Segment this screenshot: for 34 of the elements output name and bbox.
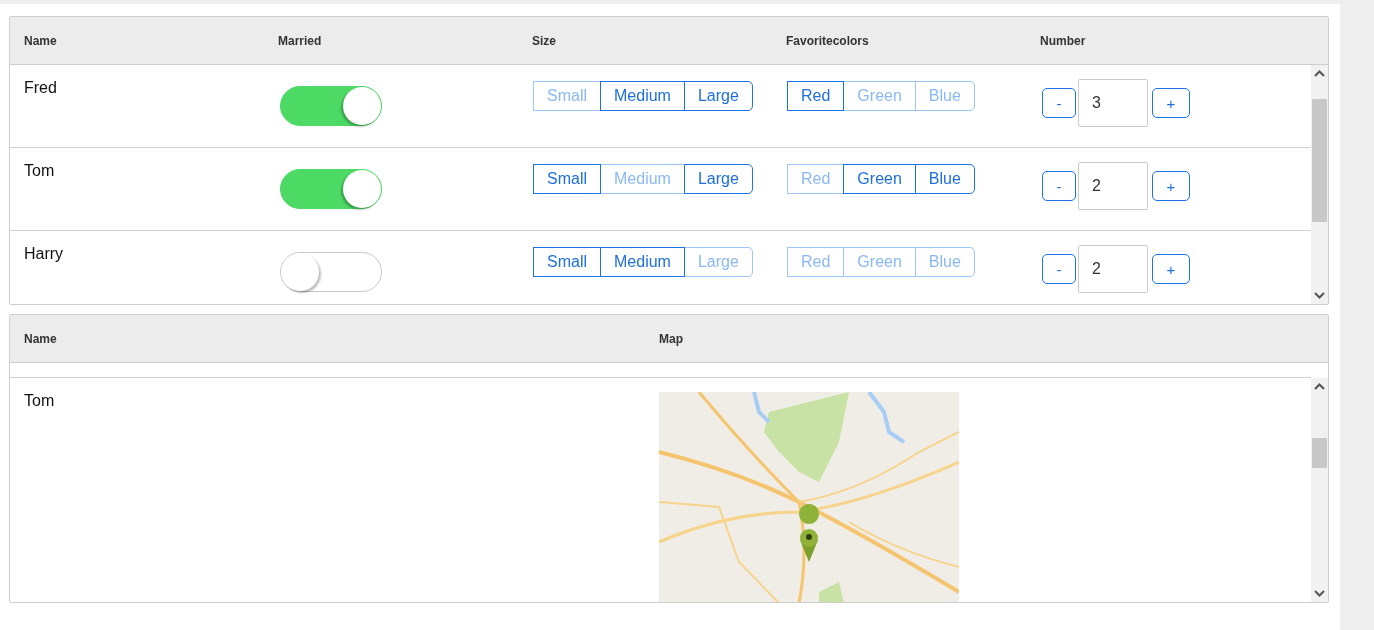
column-header: Name xyxy=(24,33,58,48)
segment-button[interactable]: Blue xyxy=(914,164,975,194)
column-header: Name xyxy=(24,331,58,346)
scrollbar-thumb[interactable] xyxy=(1312,438,1327,468)
name-text: Tom xyxy=(24,392,56,410)
segment-button[interactable]: Green xyxy=(843,164,916,194)
number-field[interactable]: 2 xyxy=(1078,245,1148,293)
column-header: Map xyxy=(659,331,684,346)
segment-button[interactable]: Large xyxy=(683,164,753,194)
increment-button[interactable]: + xyxy=(1152,171,1190,201)
decrement-button[interactable]: - xyxy=(1042,171,1076,201)
toggle-switch[interactable] xyxy=(280,169,382,209)
segment-button[interactable]: Medium xyxy=(600,247,685,277)
column-header: Favoritecolors xyxy=(786,33,870,48)
increment-button[interactable]: + xyxy=(1152,254,1190,284)
increment-button[interactable]: + xyxy=(1152,88,1190,118)
number-field[interactable]: 3 xyxy=(1078,79,1148,127)
number-field[interactable]: 2 xyxy=(1078,162,1148,210)
column-header: Size xyxy=(532,33,557,48)
decrement-button[interactable]: - xyxy=(1042,88,1076,118)
segment-button[interactable]: Small xyxy=(533,164,601,194)
segment-button[interactable]: Red xyxy=(787,81,845,111)
column-header: Number xyxy=(1040,33,1087,48)
segment-button[interactable]: Large xyxy=(683,81,753,111)
name-text: Tom xyxy=(24,162,56,180)
toggle-switch[interactable] xyxy=(280,252,382,292)
name-text: Harry xyxy=(24,245,65,263)
segment-button[interactable]: Small xyxy=(533,247,601,277)
scrollbar-thumb[interactable] xyxy=(1312,99,1327,222)
column-header: Married xyxy=(278,33,323,48)
segment-button[interactable]: Medium xyxy=(600,81,685,111)
name-text: Fred xyxy=(24,79,58,97)
toggle-switch[interactable] xyxy=(280,86,382,126)
decrement-button[interactable]: - xyxy=(1042,254,1076,284)
